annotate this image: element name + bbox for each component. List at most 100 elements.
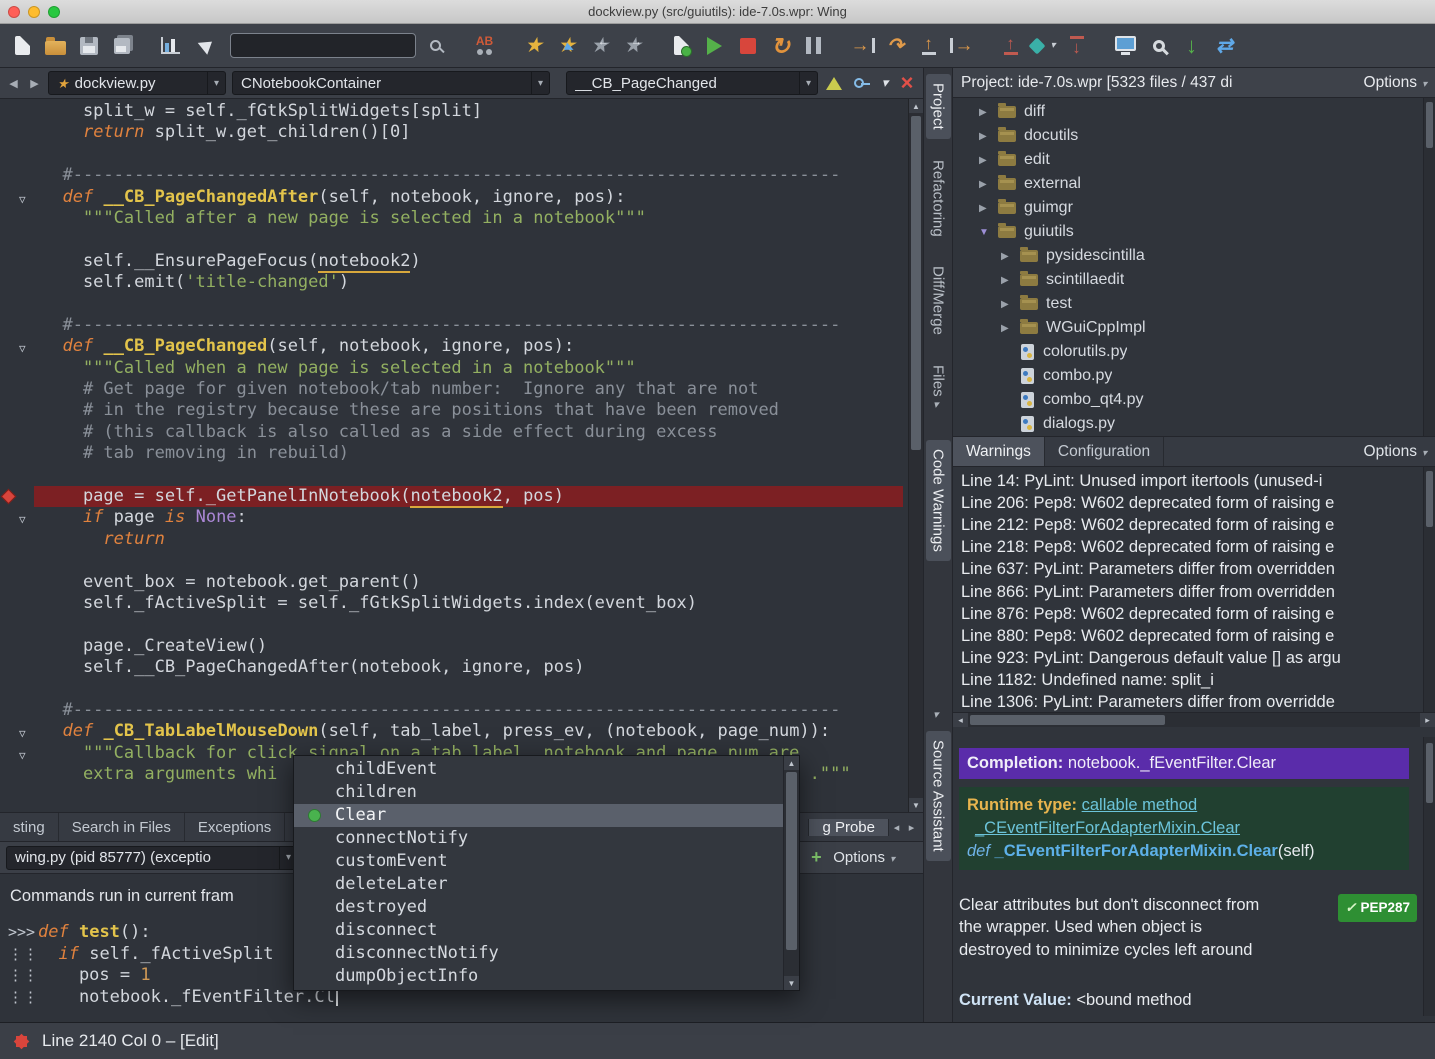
- warnings-hscrollbar[interactable]: [953, 712, 1435, 727]
- completion-item-connectnotify[interactable]: connectNotify: [294, 827, 783, 850]
- file-dropdown[interactable]: dockview.py: [48, 71, 226, 95]
- completion-item-destroyed[interactable]: destroyed: [294, 896, 783, 919]
- frame-up-icon[interactable]: [994, 29, 1027, 63]
- symbol-dropdown[interactable]: __CB_PageChanged: [566, 71, 818, 95]
- code-line[interactable]: page = self._GetPanelInNotebook(notebook…: [42, 486, 903, 507]
- scroll-up-icon[interactable]: [784, 756, 799, 770]
- tree-item-pysidescintilla[interactable]: pysidescintilla: [953, 244, 1435, 268]
- completion-item-dumpobjectinfo[interactable]: dumpObjectInfo: [294, 965, 783, 988]
- warnings-options-button[interactable]: Options: [1364, 443, 1435, 461]
- close-editor-icon[interactable]: [900, 74, 913, 92]
- search-mini-icon[interactable]: [419, 29, 452, 63]
- tab-warnings[interactable]: Warnings: [953, 437, 1045, 466]
- tabs-scroll-left-icon[interactable]: [889, 821, 904, 834]
- code-line[interactable]: [42, 294, 903, 315]
- code-line[interactable]: [42, 679, 903, 700]
- project-options-button[interactable]: Options: [1364, 74, 1427, 92]
- bookmark-goto-icon[interactable]: [550, 29, 583, 63]
- warning-item[interactable]: Line 876: Pep8: W602 deprecated form of …: [961, 603, 1421, 625]
- add-icon[interactable]: [811, 847, 822, 868]
- popup-scrollbar[interactable]: [783, 756, 799, 990]
- code-line[interactable]: # (this callback is also called as a sid…: [42, 422, 903, 443]
- editor-scrollbar[interactable]: [908, 99, 923, 812]
- pause-icon[interactable]: [797, 29, 830, 63]
- open-folder-icon[interactable]: [39, 29, 72, 63]
- tree-item-combo-qt4-py[interactable]: combo_qt4.py: [953, 388, 1435, 412]
- code-line[interactable]: event_box = notebook.get_parent(): [42, 572, 903, 593]
- snippet-icon[interactable]: [665, 29, 698, 63]
- fold-arrow-icon[interactable]: [19, 189, 26, 210]
- code-line[interactable]: # in the registry because these are posi…: [42, 400, 903, 421]
- code-line[interactable]: # Get page for given notebook/tab number…: [42, 379, 903, 400]
- fold-arrow-icon[interactable]: [19, 509, 26, 530]
- tree-item-combo-py[interactable]: combo.py: [953, 364, 1435, 388]
- update-icon[interactable]: [1175, 29, 1208, 63]
- run-to-cursor-icon[interactable]: [945, 29, 978, 63]
- expand-arrow-icon[interactable]: [979, 155, 998, 166]
- side-tab-source-assistant[interactable]: Source Assistant: [926, 731, 951, 861]
- fold-arrow-icon[interactable]: [19, 723, 26, 744]
- tree-item-colorutils-py[interactable]: colorutils.py: [953, 340, 1435, 364]
- side-tab-refactoring[interactable]: Refactoring: [926, 151, 951, 246]
- completion-item-disconnect[interactable]: disconnect: [294, 919, 783, 942]
- code-line[interactable]: #---------------------------------------…: [42, 315, 903, 336]
- fold-arrow-icon[interactable]: [19, 745, 26, 766]
- code-line[interactable]: self.__CB_PageChangedAfter(notebook, ign…: [42, 657, 903, 678]
- more-tabs-icon[interactable]: [933, 708, 939, 721]
- step-into-icon[interactable]: [846, 29, 879, 63]
- expand-arrow-icon[interactable]: [979, 179, 998, 190]
- scroll-right-icon[interactable]: [1420, 713, 1435, 727]
- batch-search-icon[interactable]: [468, 29, 501, 63]
- forward-icon[interactable]: [27, 77, 42, 90]
- side-tab-project[interactable]: Project: [926, 74, 951, 139]
- bookmark-icon[interactable]: [517, 29, 550, 63]
- completion-item-customevent[interactable]: customEvent: [294, 850, 783, 873]
- debug-process-dropdown[interactable]: wing.py (pid 85777) (exceptio: [6, 846, 298, 870]
- expand-arrow-icon[interactable]: [979, 203, 998, 214]
- tab-exceptions[interactable]: Exceptions: [185, 813, 285, 841]
- warning-item[interactable]: Line 923: PyLint: Dangerous default valu…: [961, 648, 1421, 670]
- chevron-down-icon[interactable]: [882, 75, 889, 91]
- code-line[interactable]: return: [42, 529, 903, 550]
- tree-item-guimgr[interactable]: guimgr: [953, 196, 1435, 220]
- runtime-type-link[interactable]: callable method: [1082, 796, 1198, 814]
- warning-item[interactable]: Line 14: PyLint: Unused import itertools…: [961, 470, 1421, 492]
- tree-item-diff[interactable]: diff: [953, 100, 1435, 124]
- tree-item-wguicppimpl[interactable]: WGuiCppImpl: [953, 316, 1435, 340]
- code-editor[interactable]: split_w = self._fGtkSplitWidgets[split] …: [0, 99, 923, 812]
- profile-icon[interactable]: [154, 29, 187, 63]
- scroll-up-icon[interactable]: [909, 99, 923, 113]
- code-line[interactable]: [42, 229, 903, 250]
- tabs-scroll-right-icon[interactable]: [904, 821, 919, 834]
- warnings-scrollbar[interactable]: [1423, 467, 1435, 712]
- bookmark-prev-icon[interactable]: [583, 29, 616, 63]
- run-icon[interactable]: [698, 29, 731, 63]
- expand-arrow-icon[interactable]: [1001, 323, 1020, 334]
- bookmark-next-icon[interactable]: [616, 29, 649, 63]
- code-line[interactable]: if page is None:: [42, 507, 903, 528]
- warning-item[interactable]: Line 637: PyLint: Parameters differ from…: [961, 559, 1421, 581]
- expand-arrow-icon[interactable]: [1001, 275, 1020, 286]
- completion-item-childevent[interactable]: childEvent: [294, 758, 783, 781]
- debug-options-icon[interactable]: [1027, 29, 1060, 63]
- tab-sting[interactable]: sting: [0, 813, 59, 841]
- expand-arrow-icon[interactable]: [979, 131, 998, 142]
- warning-item[interactable]: Line 1182: Undefined name: split_i: [961, 670, 1421, 692]
- code-line[interactable]: self.__EnsurePageFocus(notebook2): [42, 251, 903, 272]
- save-icon[interactable]: [72, 29, 105, 63]
- step-out-icon[interactable]: [912, 29, 945, 63]
- scroll-down-icon[interactable]: [784, 976, 799, 990]
- expand-arrow-icon[interactable]: [979, 107, 998, 118]
- tab-debug-probe[interactable]: g Probe: [808, 819, 889, 836]
- runtime-class-link[interactable]: _CEventFilterForAdapterMixin.Clear: [975, 819, 1240, 837]
- stop-icon[interactable]: [731, 29, 764, 63]
- tab-configuration[interactable]: Configuration: [1045, 437, 1164, 466]
- side-tab-code-warnings[interactable]: Code Warnings: [926, 440, 951, 561]
- warning-item[interactable]: Line 866: PyLint: Parameters differ from…: [961, 581, 1421, 603]
- code-line[interactable]: """Called when a new page is selected in…: [42, 358, 903, 379]
- scrollbar-thumb[interactable]: [1426, 743, 1433, 803]
- expand-arrow-icon[interactable]: [1001, 299, 1020, 310]
- collapse-arrow-icon[interactable]: [979, 227, 998, 238]
- display-icon[interactable]: [1109, 29, 1142, 63]
- toolbar-search-input[interactable]: [230, 33, 416, 58]
